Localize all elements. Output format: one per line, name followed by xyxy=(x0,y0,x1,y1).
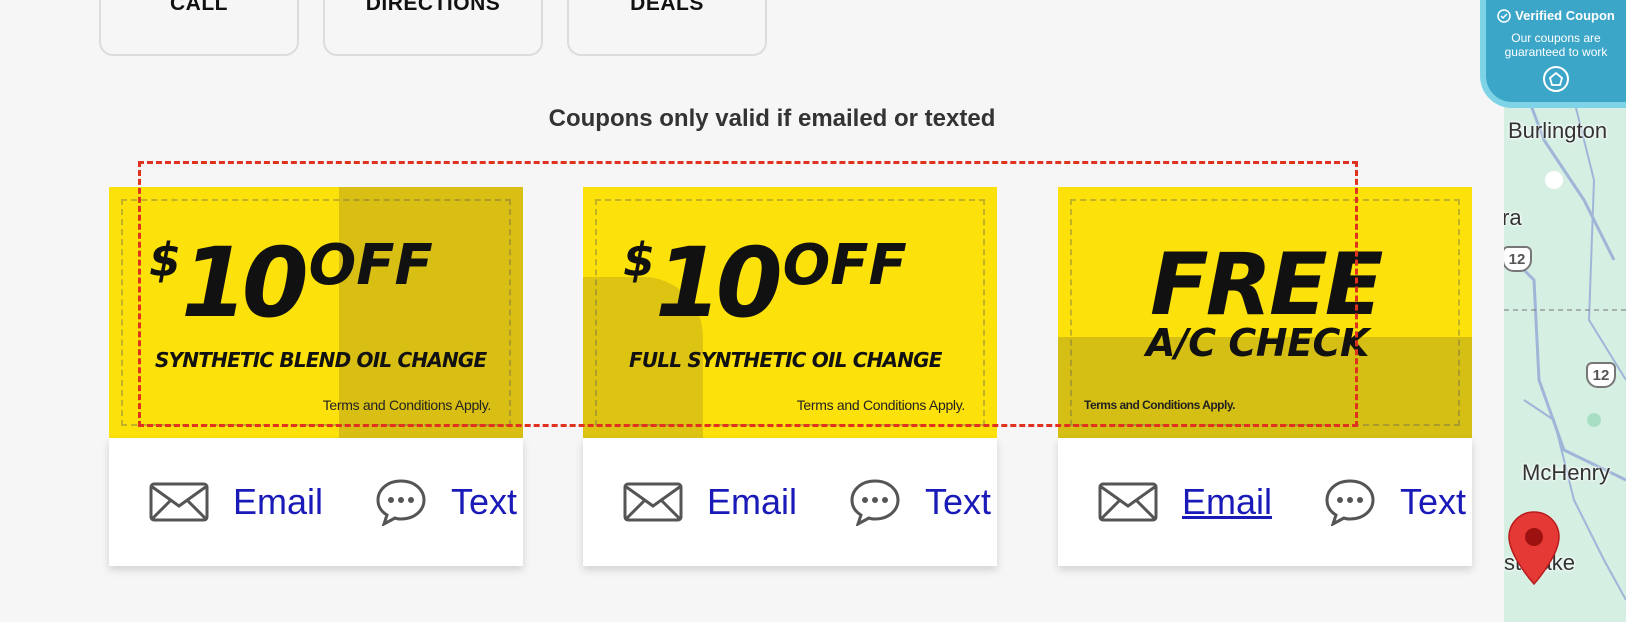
directions-button[interactable]: DIRECTIONS xyxy=(323,0,543,56)
text-coupon-link[interactable]: Text xyxy=(1324,438,1466,566)
shield-badge-icon xyxy=(1543,66,1569,92)
route-shield-icon: 12 xyxy=(1586,362,1616,388)
coupon-terms: Terms and Conditions Apply. xyxy=(322,397,492,413)
envelope-icon xyxy=(623,482,683,522)
text-coupon-link[interactable]: Text xyxy=(375,438,517,566)
verified-title: Verified Coupon xyxy=(1515,8,1615,23)
map-label-mchenry: McHenry xyxy=(1522,460,1611,485)
coupon-price: $10 OFF xyxy=(623,227,907,339)
check-circle-icon xyxy=(1497,8,1511,23)
coupon-service: A/C CHECK xyxy=(1146,321,1369,365)
coupon-card: $10 OFF SYNTHETIC BLEND OIL CHANGE Terms … xyxy=(109,187,523,566)
map-pin-icon[interactable] xyxy=(1507,510,1561,586)
call-button[interactable]: CALL xyxy=(99,0,299,56)
deals-button[interactable]: DEALS xyxy=(567,0,767,56)
coupon-image[interactable]: $10 OFF SYNTHETIC BLEND OIL CHANGE Terms … xyxy=(109,187,523,438)
coupon-service: FULL SYNTHETIC OIL CHANGE xyxy=(629,348,942,372)
coupon-actions: Email Text xyxy=(109,438,523,566)
coupon-terms: Terms and Conditions Apply. xyxy=(1084,398,1235,412)
coupon-actions: Email Text xyxy=(1058,438,1472,566)
chat-bubble-icon xyxy=(1325,479,1375,526)
coupon-card: $10 OFF FULL SYNTHETIC OIL CHANGE Terms a… xyxy=(583,187,997,566)
coupon-image[interactable]: FREE A/C CHECK Terms and Conditions Appl… xyxy=(1058,187,1472,438)
chat-bubble-icon xyxy=(376,479,426,526)
email-coupon-link[interactable]: Email xyxy=(623,438,797,566)
coupon-service: SYNTHETIC BLEND OIL CHANGE xyxy=(155,348,487,372)
map-label-burlington: Burlington xyxy=(1508,118,1608,143)
verified-title-row: Verified Coupon xyxy=(1486,8,1626,23)
envelope-icon xyxy=(149,482,209,522)
chat-bubble-icon xyxy=(850,479,900,526)
route-shield-icon: 12 xyxy=(1504,246,1532,272)
email-coupon-link[interactable]: Email xyxy=(1098,438,1272,566)
coupon-title: FREE xyxy=(1150,235,1383,335)
coupon-validity-notice: Coupons only valid if emailed or texted xyxy=(548,105,996,132)
map-label-partial: ra xyxy=(1504,205,1522,230)
coupon-terms: Terms and Conditions Apply. xyxy=(796,397,966,413)
envelope-icon xyxy=(1098,482,1158,522)
verified-subtitle: Our coupons are guaranteed to work xyxy=(1504,31,1608,59)
coupon-image[interactable]: $10 OFF FULL SYNTHETIC OIL CHANGE Terms a… xyxy=(583,187,997,438)
coupon-card: FREE A/C CHECK Terms and Conditions Appl… xyxy=(1058,187,1472,566)
coupon-price: $10 OFF xyxy=(149,227,433,339)
coupon-actions: Email Text xyxy=(583,438,997,566)
email-coupon-link[interactable]: Email xyxy=(149,438,323,566)
text-coupon-link[interactable]: Text xyxy=(849,438,991,566)
verified-coupon-badge: Verified Coupon Our coupons are guarante… xyxy=(1486,0,1626,102)
